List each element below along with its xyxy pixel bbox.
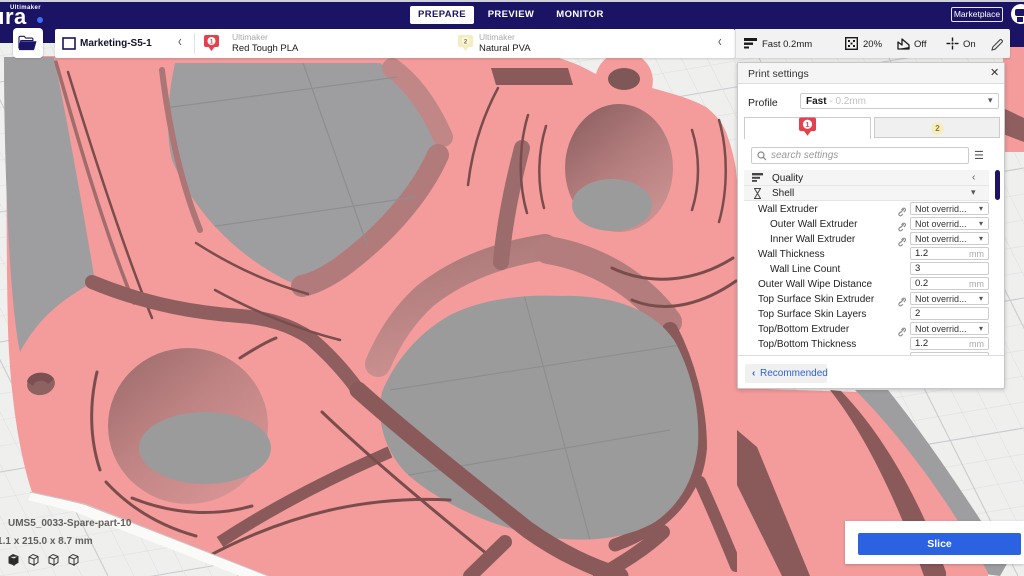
- svg-text:2: 2: [464, 38, 468, 45]
- svg-text:1: 1: [210, 38, 214, 45]
- svg-text:1: 1: [805, 120, 809, 129]
